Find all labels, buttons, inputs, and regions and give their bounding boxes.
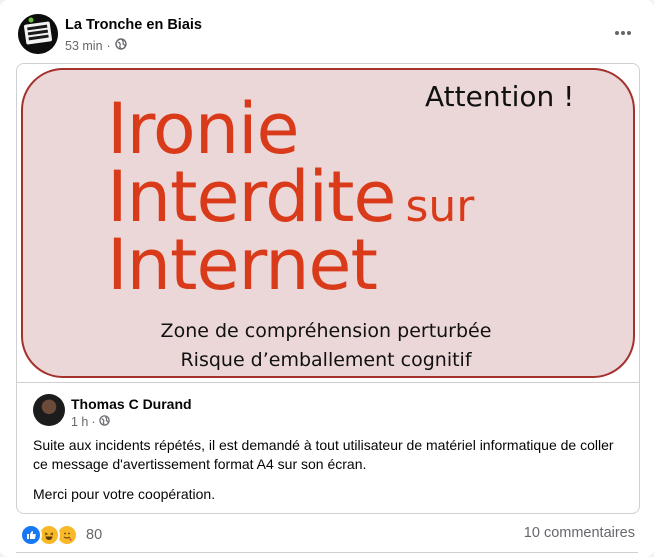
page-avatar[interactable]	[18, 14, 58, 54]
globe-icon	[115, 38, 127, 53]
message-paragraph-1: Suite aux incidents répétés, il est dema…	[33, 437, 614, 472]
more-horizontal-icon	[615, 31, 631, 35]
zone-line-2: Risque d’emballement cognitif	[180, 349, 472, 371]
post-meta: 53 min ·	[65, 38, 127, 53]
like-icon	[20, 524, 42, 546]
footer-divider	[16, 552, 638, 553]
warning-sign: Attention ! Ironie Interdite sur Internet…	[21, 68, 635, 378]
shared-message: Suite aux incidents répétés, il est dema…	[33, 436, 623, 513]
comments-count-link[interactable]: 10 commentaires	[524, 525, 635, 541]
title-line-1: Ironie	[107, 88, 300, 170]
attention-text: Attention !	[425, 80, 575, 113]
shared-image[interactable]: Attention ! Ironie Interdite sur Internet…	[17, 64, 639, 382]
divider	[17, 382, 639, 383]
author-time[interactable]: 1 h	[71, 415, 88, 429]
post-card: La Tronche en Biais 53 min · Attention !…	[0, 0, 654, 557]
post-header: La Tronche en Biais 53 min ·	[18, 14, 636, 56]
message-paragraph-2: Merci pour votre coopération.	[33, 486, 216, 502]
zone-line-1: Zone de compréhension perturbée	[160, 320, 492, 342]
more-options-button[interactable]	[610, 20, 636, 46]
meta-separator: ·	[106, 38, 111, 53]
title-line-3: Internet	[107, 224, 378, 306]
meta-separator: ·	[91, 415, 96, 429]
author-meta: 1 h ·	[71, 415, 110, 429]
reaction-count[interactable]: 80	[86, 527, 102, 543]
author-name[interactable]: Thomas C Durand	[71, 396, 192, 412]
globe-icon	[98, 415, 110, 429]
reactions-summary[interactable]: 80	[20, 524, 102, 546]
page-name[interactable]: La Tronche en Biais	[65, 17, 202, 33]
shared-post[interactable]: Attention ! Ironie Interdite sur Internet…	[16, 63, 640, 514]
author-avatar[interactable]	[33, 394, 65, 426]
post-time[interactable]: 53 min	[65, 39, 103, 53]
title-line-2-small: sur	[405, 181, 475, 232]
